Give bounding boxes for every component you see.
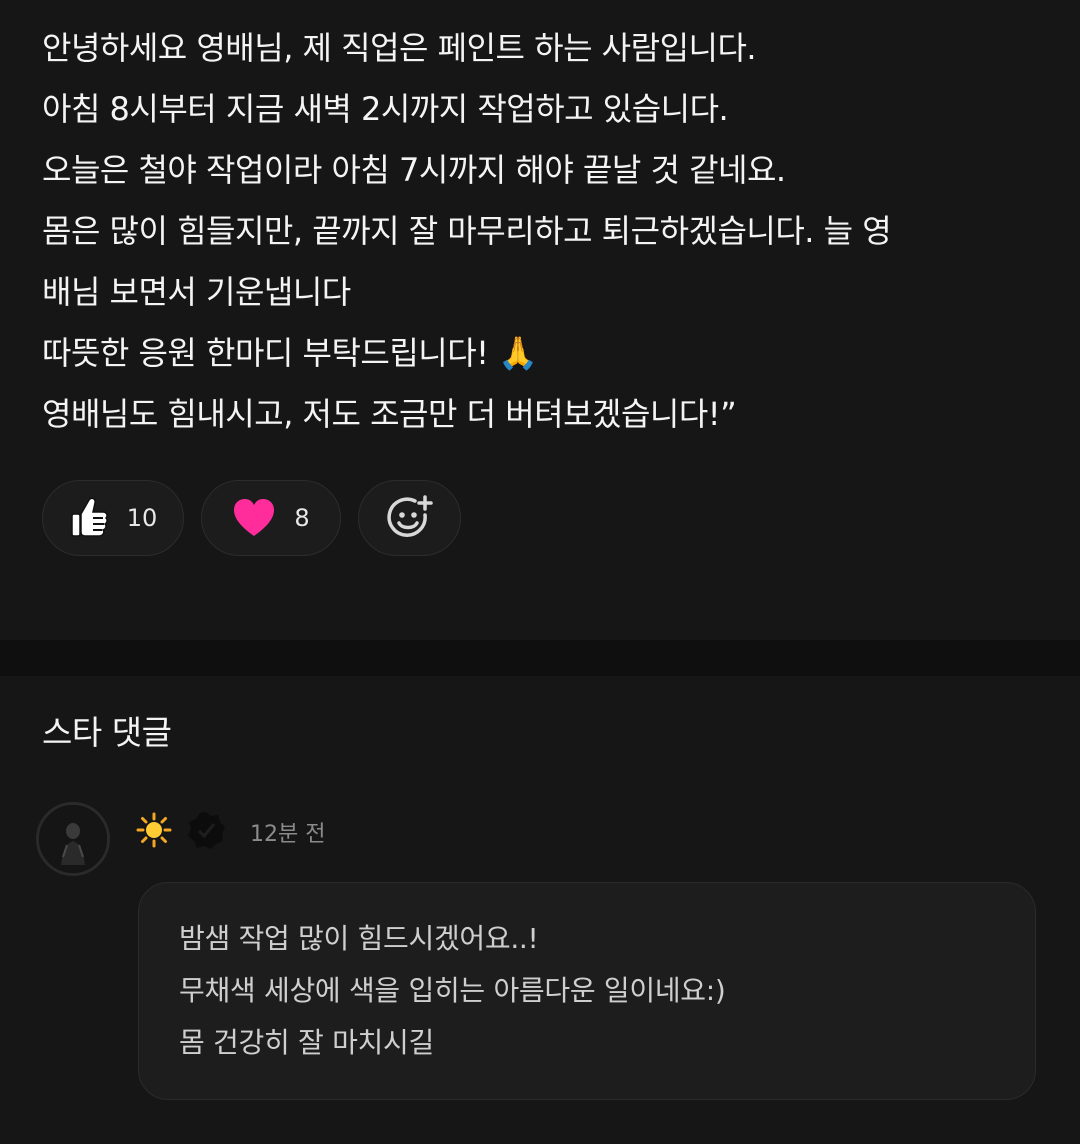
sun-emoji-icon [136,812,172,852]
comment-line: 몸 건강히 잘 마치시길 [179,1026,434,1059]
section-title: 스타 댓글 [42,713,172,752]
section-divider [0,640,1080,676]
add-reaction-button[interactable] [358,480,461,556]
heart-count: 8 [294,504,310,532]
avatar[interactable] [36,802,110,876]
verified-badge-icon [186,810,226,854]
comment-timestamp: 12분 전 [250,822,326,847]
comment-bubble: 밤샘 작업 많이 힘드시겠어요..! 무채색 세상에 색을 입히는 아름다운 일… [138,882,1036,1100]
heart-reaction-button[interactable]: 8 [201,480,341,556]
post-line: 오늘은 철야 작업이라 아침 7시까지 해야 끝날 것 같네요. [42,151,786,189]
post-card: 안녕하세요 영배님, 제 직업은 페인트 하는 사람입니다. 아침 8시부터 지… [0,0,1080,640]
post-line: 배님 보면서 기운냅니다 [42,273,351,311]
post-body: 안녕하세요 영배님, 제 직업은 페인트 하는 사람입니다. 아침 8시부터 지… [42,18,1052,445]
post-line: 영배님도 힘내시고, 저도 조금만 더 버텨보겠습니다!” [42,395,737,433]
like-count: 10 [126,504,158,532]
post-line: 따뜻한 응원 한마디 부탁드립니다! 🙏 [42,334,538,372]
post-line: 안녕하세요 영배님, 제 직업은 페인트 하는 사람입니다. [42,29,757,67]
comment-line: 무채색 세상에 색을 입히는 아름다운 일이네요:) [179,974,726,1007]
heart-icon [232,498,276,538]
like-reaction-button[interactable]: 10 [42,480,184,556]
add-reaction-icon [385,493,435,543]
star-comments-section: 스타 댓글 12분 전 밤샘 작업 많이 힘드시겠어요..! 무채색 세상에 색… [0,676,1080,1144]
post-line: 몸은 많이 힘들지만, 끝까지 잘 마무리하고 퇴근하겠습니다. 늘 영 [42,212,892,250]
comment-meta: 12분 전 [136,810,325,854]
post-line: 아침 8시부터 지금 새벽 2시까지 작업하고 있습니다. [42,90,729,128]
reaction-bar: 10 8 [42,480,461,556]
comment-line: 밤샘 작업 많이 힘드시겠어요..! [179,922,539,955]
thumbs-up-icon [69,496,109,540]
